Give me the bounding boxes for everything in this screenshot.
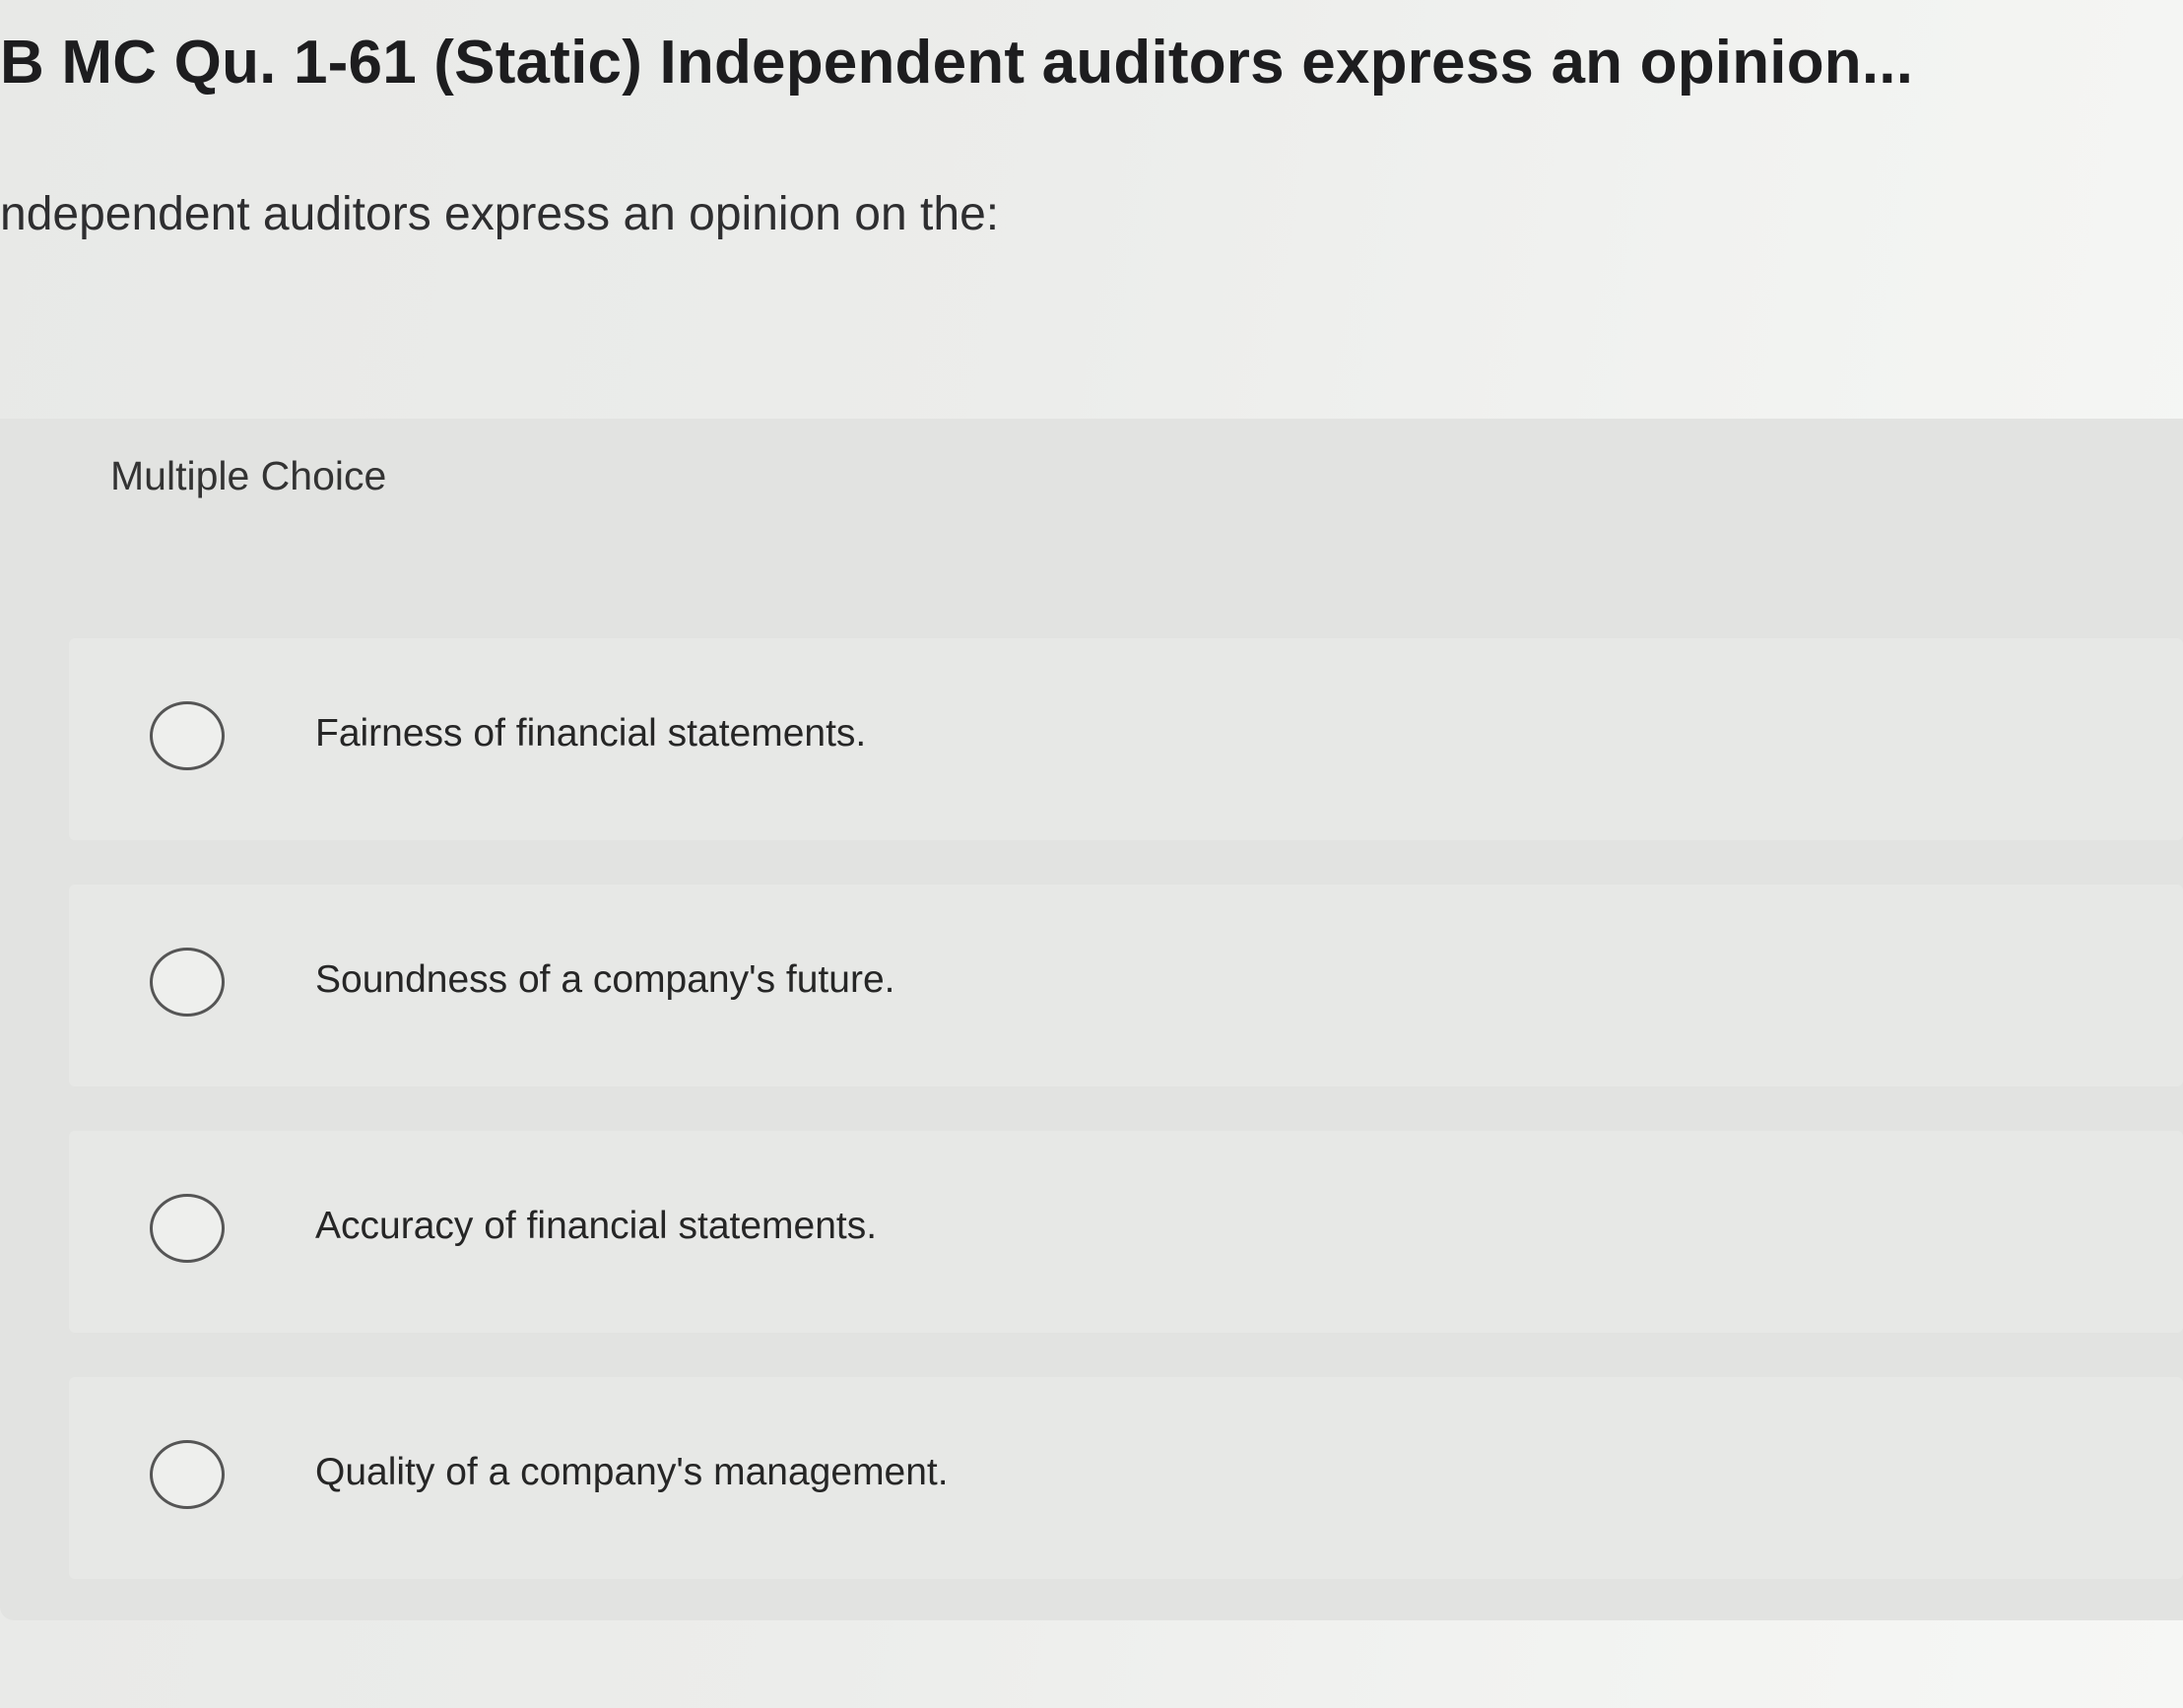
answer-option-3[interactable]: Accuracy of financial statements.	[69, 1131, 2183, 1333]
answer-option-label: Fairness of financial statements.	[315, 712, 867, 755]
radio-button-icon[interactable]	[150, 1194, 225, 1263]
answer-option-label: Accuracy of financial statements.	[315, 1205, 878, 1247]
answer-option-label: Quality of a company's management.	[315, 1451, 949, 1493]
answer-option-4[interactable]: Quality of a company's management.	[69, 1377, 2183, 1579]
answer-option-label: Soundness of a company's future.	[315, 958, 895, 1001]
answer-option-2[interactable]: Soundness of a company's future.	[69, 885, 2183, 1086]
answer-option-1[interactable]: Fairness of financial statements.	[69, 638, 2183, 840]
question-text: ndependent auditors express an opinion o…	[0, 188, 1000, 240]
radio-button-icon[interactable]	[150, 948, 225, 1017]
radio-button-icon[interactable]	[150, 701, 225, 770]
answer-options: Fairness of financial statements. Soundn…	[69, 638, 2183, 1623]
multiple-choice-label: Multiple Choice	[110, 453, 387, 498]
page-title: B MC Qu. 1-61 (Static) Independent audit…	[0, 29, 1914, 97]
radio-button-icon[interactable]	[150, 1440, 225, 1509]
